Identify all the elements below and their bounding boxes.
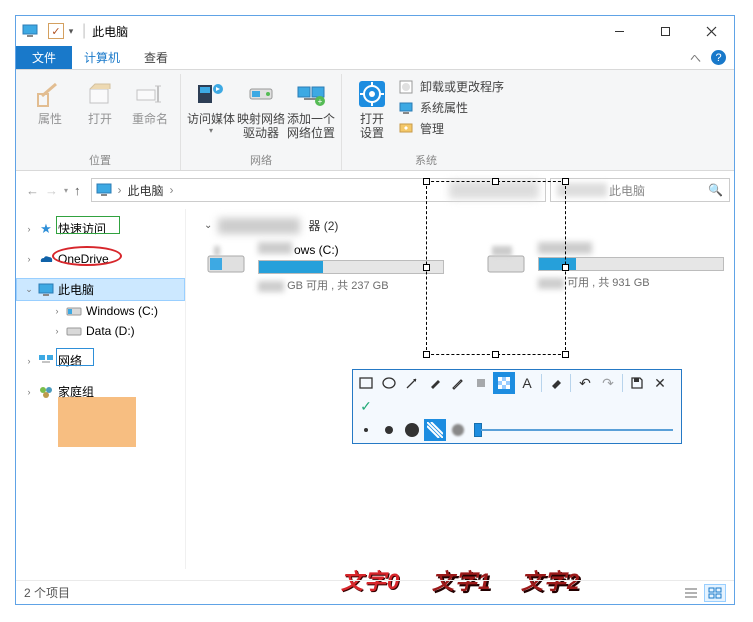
system-props-button[interactable]: 系统属性 bbox=[398, 99, 504, 116]
close-button[interactable] bbox=[688, 16, 734, 46]
nav-back-icon[interactable]: ← bbox=[26, 183, 39, 198]
qat-properties-icon[interactable]: ✓ bbox=[48, 23, 64, 39]
drive-icon bbox=[66, 325, 82, 337]
tab-computer[interactable]: 计算机 bbox=[72, 46, 132, 69]
nav-network[interactable]: › 网络 bbox=[16, 349, 185, 372]
access-media-button[interactable]: 访问媒体 ▾ bbox=[187, 74, 235, 150]
section-header[interactable]: ⌄ 器 (2) bbox=[204, 217, 726, 234]
blurred-region bbox=[557, 183, 607, 197]
size-large-icon[interactable] bbox=[401, 419, 423, 441]
mosaic-pattern-icon[interactable] bbox=[424, 419, 446, 441]
rename-button[interactable]: 重命名 bbox=[126, 74, 174, 150]
qat-dropdown-icon[interactable]: ▾ bbox=[66, 26, 76, 37]
tool-highlight-icon[interactable] bbox=[470, 372, 492, 394]
svg-text:+: + bbox=[318, 97, 323, 106]
blurred-region bbox=[258, 242, 292, 254]
blurred-region bbox=[258, 281, 284, 292]
status-item-count: 2 个项目 bbox=[24, 584, 70, 601]
nav-homegroup[interactable]: › 家庭组 bbox=[16, 380, 185, 403]
status-bar: 2 个项目 bbox=[16, 580, 734, 604]
address-bar-row: ← → ▾ ↑ › 此电脑 › 此电脑 🔍 bbox=[20, 175, 730, 205]
blurred-region bbox=[538, 278, 564, 289]
tool-ellipse-icon[interactable] bbox=[378, 372, 400, 394]
screenshot-toolbar: A ↶ ↷ ✕ ✓ bbox=[352, 369, 682, 444]
group-location: 属性 打开 重命名 位置 bbox=[20, 74, 181, 170]
tool-save-icon[interactable] bbox=[626, 372, 648, 394]
open-settings-button[interactable]: 打开设置 bbox=[348, 74, 396, 150]
annotation-orange-block bbox=[58, 397, 136, 447]
tool-cancel-icon[interactable]: ✕ bbox=[649, 372, 671, 394]
drive-icon bbox=[484, 242, 528, 278]
this-pc-icon bbox=[22, 24, 38, 38]
slider-track[interactable] bbox=[481, 429, 673, 431]
map-drive-button[interactable]: 映射网络驱动器 bbox=[237, 74, 285, 150]
add-location-button[interactable]: + 添加一个网络位置 bbox=[287, 74, 335, 150]
file-tab[interactable]: 文件 bbox=[16, 46, 72, 69]
manage-button[interactable]: 管理 bbox=[398, 120, 504, 137]
nav-drive-d[interactable]: › Data (D:) bbox=[44, 321, 185, 341]
tool-arrow-icon[interactable] bbox=[401, 372, 423, 394]
tool-text-icon[interactable]: A bbox=[516, 372, 538, 394]
maximize-button[interactable] bbox=[642, 16, 688, 46]
nav-quick-access[interactable]: ›★ 快速访问 bbox=[16, 217, 185, 240]
tab-view[interactable]: 查看 bbox=[132, 46, 180, 69]
this-pc-icon bbox=[96, 183, 112, 197]
uninstall-button[interactable]: 卸载或更改程序 bbox=[398, 78, 504, 95]
nav-history-icon[interactable]: ▾ bbox=[64, 186, 68, 195]
drive-d-item[interactable]: 可用 , 共 931 GB bbox=[484, 242, 724, 293]
help-icon[interactable]: ? bbox=[711, 50, 726, 65]
nav-drive-c[interactable]: › Windows (C:) bbox=[44, 301, 185, 321]
nav-forward-icon[interactable]: → bbox=[45, 183, 58, 198]
ribbon-tabs: 文件 计算机 查看 へ ? bbox=[16, 46, 734, 70]
drive-icon bbox=[66, 305, 82, 317]
tool-mosaic-icon[interactable] bbox=[493, 372, 515, 394]
tool-undo-icon[interactable]: ↶ bbox=[574, 372, 596, 394]
search-box[interactable]: 此电脑 🔍 bbox=[550, 178, 730, 202]
blurred-region bbox=[449, 181, 539, 199]
search-icon[interactable]: 🔍 bbox=[708, 183, 723, 197]
drive-c-item[interactable]: ows (C:) GB 可用 , 共 237 GB bbox=[204, 242, 444, 293]
view-large-button[interactable] bbox=[704, 584, 726, 602]
collapse-ribbon-icon[interactable]: へ bbox=[690, 50, 701, 66]
address-text: 此电脑 bbox=[128, 182, 164, 199]
main-area: ›★ 快速访问 › OneDrive ⌄ 此电脑 › Windows (C:) bbox=[16, 209, 734, 569]
tool-brush-icon[interactable] bbox=[424, 372, 446, 394]
title-bar: ✓ ▾ | 此电脑 bbox=[16, 16, 734, 46]
window-title: 此电脑 bbox=[92, 23, 128, 40]
blur-brush-icon[interactable] bbox=[447, 419, 469, 441]
tool-confirm-icon[interactable]: ✓ bbox=[355, 395, 377, 417]
nav-onedrive[interactable]: › OneDrive bbox=[16, 248, 185, 270]
tool-pen-icon[interactable] bbox=[447, 372, 469, 394]
size-med-icon[interactable] bbox=[378, 419, 400, 441]
tool-redo-icon[interactable]: ↷ bbox=[597, 372, 619, 394]
nav-pane: ›★ 快速访问 › OneDrive ⌄ 此电脑 › Windows (C:) bbox=[16, 209, 186, 569]
this-pc-icon bbox=[38, 283, 54, 297]
drive-icon bbox=[204, 242, 248, 278]
properties-button[interactable]: 属性 bbox=[26, 74, 74, 150]
minimize-button[interactable] bbox=[596, 16, 642, 46]
nav-this-pc[interactable]: ⌄ 此电脑 bbox=[16, 278, 185, 301]
tool-eraser-icon[interactable] bbox=[545, 372, 567, 394]
content-pane: ⌄ 器 (2) ows (C:) GB 可用 , 共 237 GB bbox=[186, 209, 734, 569]
blurred-region bbox=[538, 242, 592, 254]
address-box[interactable]: › 此电脑 › bbox=[91, 178, 546, 202]
tool-rect-icon[interactable] bbox=[355, 372, 377, 394]
blurred-region bbox=[218, 218, 300, 234]
group-system: 打开设置 卸载或更改程序 系统属性 管理 系统 bbox=[342, 74, 510, 170]
size-small-icon[interactable] bbox=[355, 419, 377, 441]
nav-up-icon[interactable]: ↑ bbox=[74, 183, 81, 198]
explorer-window: ✓ ▾ | 此电脑 文件 计算机 查看 へ ? 属性 bbox=[15, 15, 735, 605]
group-network: 访问媒体 ▾ 映射网络驱动器 + 添加一个网络位置 网络 bbox=[181, 74, 342, 170]
ribbon-body: 属性 打开 重命名 位置 访问媒体 ▾ bbox=[16, 70, 734, 171]
view-details-button[interactable] bbox=[680, 584, 702, 602]
open-button[interactable]: 打开 bbox=[76, 74, 124, 150]
